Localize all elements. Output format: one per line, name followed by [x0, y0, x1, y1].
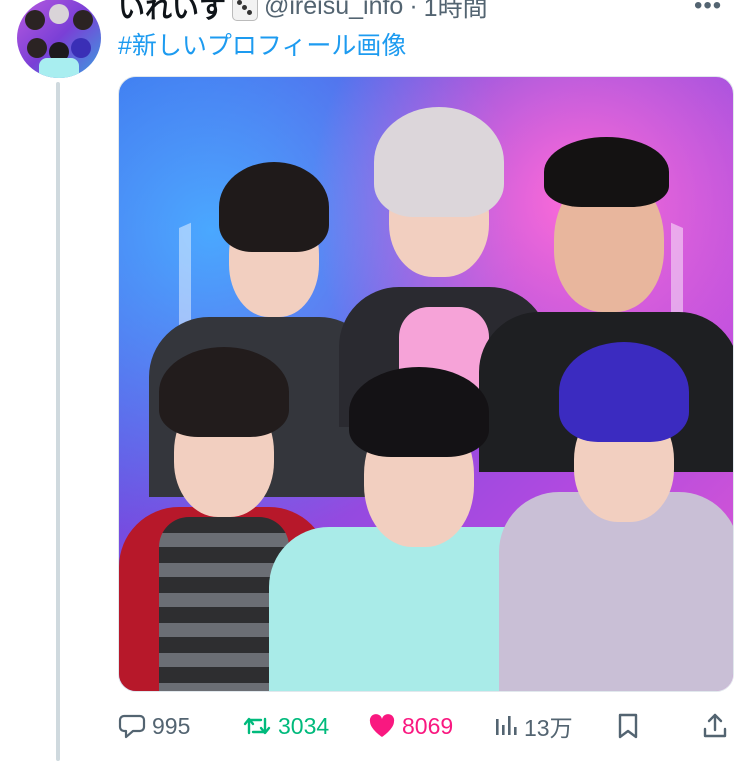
views-chart-icon [496, 716, 517, 735]
view-count: 13万 [524, 715, 573, 741]
avatar-member [25, 10, 45, 30]
tweet[interactable]: いれいす @ireisu_info · 1時間 ••• #新しいプロフィール画像 [0, 0, 750, 761]
reply-button[interactable]: 995 [118, 706, 190, 746]
avatar-member [71, 38, 91, 58]
member-bottom-right [499, 332, 733, 691]
retweet-count: 3034 [278, 712, 330, 739]
hashtag-link[interactable]: #新しいプロフィール画像 [118, 26, 406, 62]
more-options-icon[interactable]: ••• [694, 0, 722, 18]
like-count: 8069 [402, 712, 454, 739]
tweet-header: いれいす @ireisu_info · 1時間 [118, 0, 488, 26]
retweet-button[interactable]: 3034 [242, 706, 329, 746]
dice-icon [232, 0, 258, 21]
user-handle[interactable]: @ireisu_info [264, 0, 403, 21]
reply-count: 995 [152, 712, 191, 739]
separator: · [409, 0, 418, 20]
avatar[interactable] [17, 0, 101, 78]
retweet-icon [243, 717, 271, 735]
avatar-member [73, 10, 93, 30]
reply-icon [118, 714, 146, 739]
share-icon [703, 713, 727, 738]
bookmark-button[interactable] [616, 706, 640, 746]
heart-icon [369, 714, 395, 737]
avatar-shirt [39, 58, 79, 78]
avatar-member [49, 4, 69, 24]
avatar-member [27, 38, 47, 58]
timestamp[interactable]: 1時間 [424, 0, 488, 24]
action-bar: 995 3034 8069 13万 [118, 706, 732, 746]
bookmark-icon [618, 713, 638, 739]
display-name[interactable]: いれいす [118, 0, 226, 26]
like-button[interactable]: 8069 [368, 706, 453, 746]
thread-line [56, 82, 60, 761]
share-button[interactable] [702, 706, 728, 746]
tweet-image[interactable] [118, 76, 734, 692]
views-button[interactable]: 13万 [494, 706, 573, 746]
